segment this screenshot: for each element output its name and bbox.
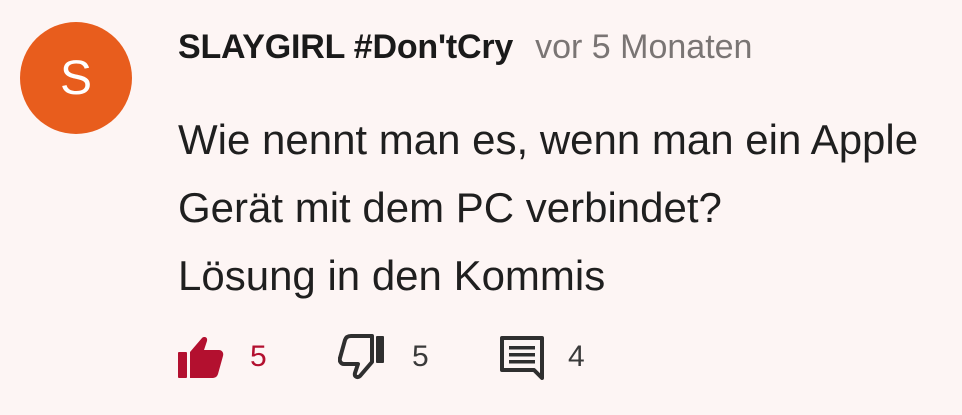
reply-count: 4 — [568, 340, 585, 373]
comment-line: Gerät mit dem PC verbindet? — [178, 184, 722, 231]
comment-header: SLAYGIRL #Don'tCry vor 5 Monaten — [178, 28, 752, 67]
comment-actions: 5 5 4 — [176, 334, 616, 380]
comment-body: Wie nennt man es, wenn man ein Apple Ger… — [178, 106, 962, 310]
dislike-count: 5 — [412, 340, 429, 373]
comment-icon — [500, 336, 544, 380]
like-button[interactable]: 5 — [176, 334, 267, 380]
comment-timestamp: vor 5 Monaten — [535, 28, 753, 66]
like-count: 5 — [250, 340, 267, 373]
dislike-button[interactable]: 5 — [338, 334, 429, 380]
comment-line: Wie nennt man es, wenn man ein Apple — [178, 116, 919, 163]
comment-line: Lösung in den Kommis — [178, 252, 606, 299]
avatar[interactable]: S — [20, 22, 132, 134]
avatar-letter: S — [59, 51, 92, 105]
thumbs-up-filled-icon — [178, 337, 224, 378]
thumbs-down-outline-icon — [338, 334, 384, 379]
reply-button[interactable]: 4 — [498, 334, 585, 380]
author-name[interactable]: SLAYGIRL #Don'tCry — [178, 28, 513, 67]
